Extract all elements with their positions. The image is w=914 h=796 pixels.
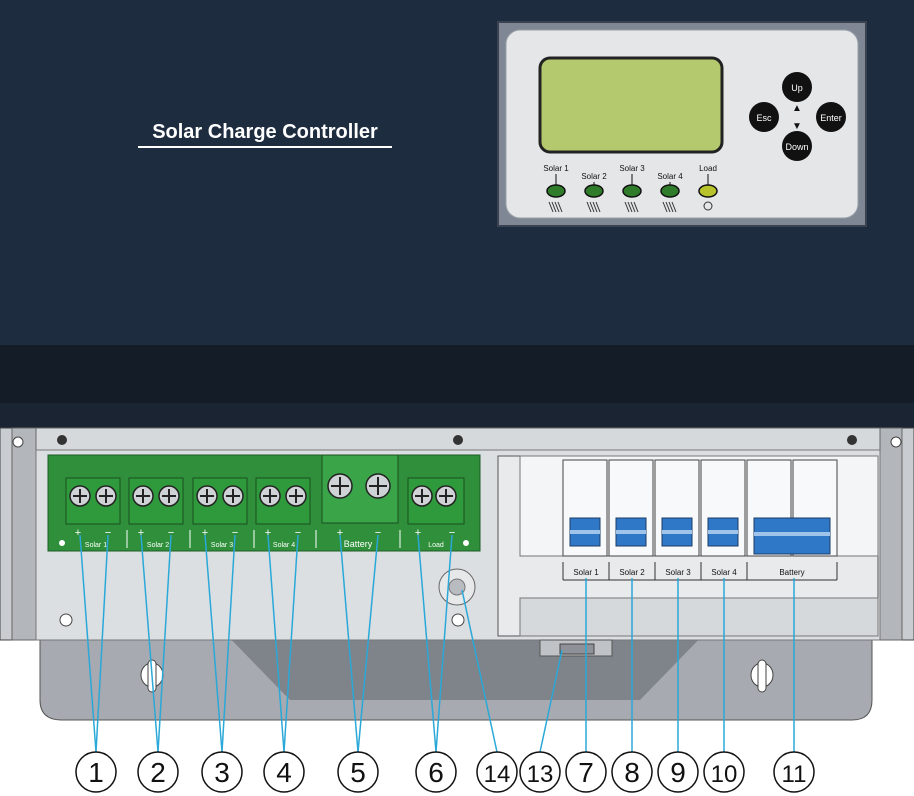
breaker-toggle-battery[interactable] xyxy=(753,517,831,555)
cable-gland-icon xyxy=(438,568,476,606)
indicator-label: Solar 2 xyxy=(581,172,607,181)
comm-port-icon xyxy=(539,639,613,657)
screw-icon xyxy=(69,485,91,507)
callout-number: 8 xyxy=(624,757,640,788)
terminal-group-label: Battery xyxy=(344,539,373,549)
callout-5: 5 xyxy=(337,751,379,793)
screw-icon xyxy=(158,485,180,507)
screw-icon xyxy=(196,485,218,507)
callout-6: 6 xyxy=(415,751,457,793)
callout-number: 5 xyxy=(350,757,366,788)
terminal-group-label: Load xyxy=(428,542,444,549)
screw-icon xyxy=(435,485,457,507)
arrow-up-icon: ▲ xyxy=(792,103,802,114)
callout-number: 4 xyxy=(276,757,292,788)
lower-housing-band xyxy=(0,345,914,405)
screw-icon xyxy=(95,485,117,507)
breaker-toggle-4[interactable] xyxy=(707,517,739,547)
callout-number: 13 xyxy=(527,761,554,788)
display-panel: Up Esc Enter Down ▲ ▼ Solar 1 Solar 2 Sola… xyxy=(497,21,867,227)
callout-number: 11 xyxy=(782,761,807,788)
callout-8: 8 xyxy=(611,751,653,793)
device-title: Solar Charge Controller xyxy=(152,121,378,143)
indicator-label: Solar 3 xyxy=(619,164,645,173)
callout-number: 7 xyxy=(578,757,594,788)
up-button-label: Up xyxy=(791,83,803,93)
breaker-label: Battery xyxy=(779,568,804,577)
callout-10: 10 xyxy=(703,751,745,793)
indicator-led-icon xyxy=(698,184,718,198)
callout-number: 2 xyxy=(150,757,166,788)
callout-9: 9 xyxy=(657,751,699,793)
callout-11: 11 xyxy=(773,751,815,793)
enter-button-label: Enter xyxy=(820,113,842,123)
down-button[interactable]: Down xyxy=(782,131,812,161)
indicator-led-icon xyxy=(546,184,566,198)
breaker-toggle-3[interactable] xyxy=(661,517,693,547)
charge-controller-diagram: Solar Charge Controller Up Esc Enter Dow… xyxy=(0,0,914,793)
callout-1: 1 xyxy=(75,751,117,793)
callout-number: 9 xyxy=(670,757,686,788)
indicator-led-icon xyxy=(584,184,604,198)
callout-number: 6 xyxy=(428,757,444,788)
indicator-led-icon xyxy=(622,184,642,198)
down-button-label: Down xyxy=(785,142,808,152)
screw-icon xyxy=(259,485,281,507)
screw-icon xyxy=(285,485,307,507)
callout-row: 1 2 3 4 5 6 14 13 7 8 9 10 11 xyxy=(75,751,815,793)
indicator-label: Solar 1 xyxy=(543,164,569,173)
breaker-toggle-1[interactable] xyxy=(569,517,601,547)
breaker-label: Solar 3 xyxy=(665,568,691,577)
enter-button[interactable]: Enter xyxy=(816,102,846,132)
callout-7: 7 xyxy=(565,751,607,793)
terminal-group-label: Solar 2 xyxy=(147,542,169,549)
breaker-toggle-2[interactable] xyxy=(615,517,647,547)
lcd-screen xyxy=(538,56,724,154)
callout-14: 14 xyxy=(476,751,518,793)
indicator-led-icon xyxy=(660,184,680,198)
callout-number: 14 xyxy=(484,761,511,788)
breaker-label: Solar 4 xyxy=(711,568,737,577)
screw-icon xyxy=(411,485,433,507)
arrow-down-icon: ▼ xyxy=(792,121,802,132)
esc-button[interactable]: Esc xyxy=(749,102,779,132)
callout-number: 1 xyxy=(88,757,104,788)
housing-lip xyxy=(0,403,914,428)
screw-icon xyxy=(222,485,244,507)
callout-2: 2 xyxy=(137,751,179,793)
callout-3: 3 xyxy=(201,751,243,793)
callout-number: 3 xyxy=(214,757,230,788)
callout-13: 13 xyxy=(519,751,561,793)
indicator-label: Load xyxy=(699,164,717,173)
screw-icon xyxy=(327,473,353,499)
esc-button-label: Esc xyxy=(756,113,772,123)
breaker-label: Solar 1 xyxy=(573,568,599,577)
terminal-group-label: Solar 3 xyxy=(211,542,233,549)
screw-icon xyxy=(365,473,391,499)
indicator-label: Solar 4 xyxy=(657,172,683,181)
callout-number: 10 xyxy=(711,761,738,788)
up-button[interactable]: Up xyxy=(782,72,812,102)
breaker-label: Solar 2 xyxy=(619,568,645,577)
callout-4: 4 xyxy=(263,751,305,793)
screw-icon xyxy=(132,485,154,507)
terminal-group-label: Solar 1 xyxy=(85,542,107,549)
terminal-group-label: Solar 4 xyxy=(273,542,295,549)
